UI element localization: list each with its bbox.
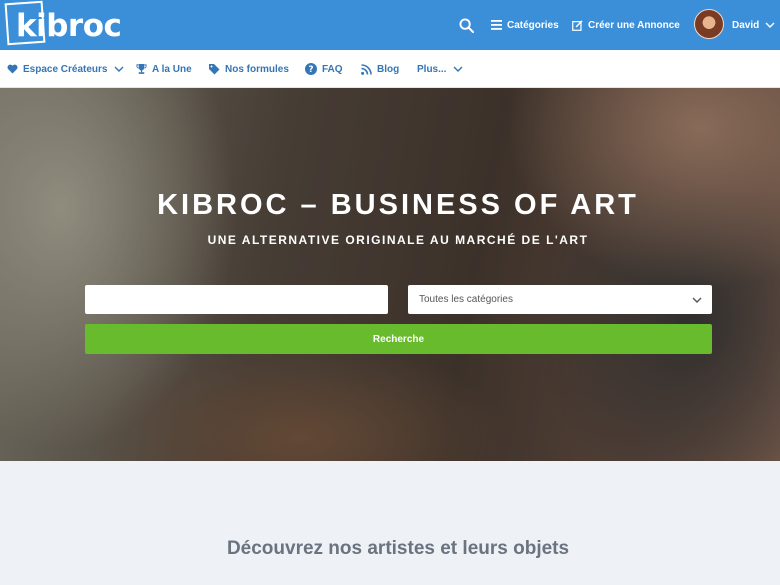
- hero-title: KIBROC – BUSINESS OF ART: [157, 189, 639, 221]
- nav-a-la-une-label: A la Une: [152, 63, 192, 75]
- svg-text:?: ?: [308, 65, 313, 75]
- nav-faq-label: FAQ: [322, 63, 343, 75]
- chevron-down-icon: [114, 66, 129, 72]
- question-icon: ?: [305, 63, 322, 75]
- user-name: David: [732, 19, 760, 31]
- create-listing-link[interactable]: Créer une Annonce: [572, 0, 680, 50]
- tag-icon: [208, 63, 225, 75]
- hero-subtitle: UNE ALTERNATIVE ORIGINALE AU MARCHÉ DE L…: [207, 233, 589, 247]
- nav-a-la-une[interactable]: A la Une: [136, 50, 192, 88]
- search-icon: [459, 17, 474, 33]
- search-submit-button[interactable]: Recherche: [85, 324, 712, 354]
- chevron-down-icon: [692, 295, 702, 306]
- logo-text: kibroc: [16, 8, 122, 44]
- user-menu[interactable]: David: [732, 0, 775, 50]
- search-input[interactable]: [85, 285, 388, 314]
- kibroc-logo[interactable]: kibroc: [4, 0, 142, 48]
- chevron-down-icon: [453, 66, 468, 72]
- search-button[interactable]: [459, 0, 474, 50]
- category-select-value: Toutes les catégories: [419, 294, 513, 305]
- edit-icon: [572, 19, 583, 31]
- create-listing-label: Créer une Annonce: [588, 19, 680, 31]
- user-avatar[interactable]: [694, 9, 724, 39]
- top-navbar: kibroc Catégories Créer une Annonce Davi…: [0, 0, 780, 50]
- nav-faq[interactable]: ? FAQ: [305, 50, 343, 88]
- nav-espace-createurs-label: Espace Créateurs: [23, 63, 108, 75]
- nav-blog[interactable]: Blog: [361, 50, 399, 88]
- secondary-navbar: Espace Créateurs A la Une Nos formules ?…: [0, 50, 780, 88]
- section-title: Découvrez nos artistes et leurs objets: [226, 538, 570, 559]
- chevron-down-icon: [765, 22, 775, 28]
- category-select[interactable]: Toutes les catégories: [408, 285, 712, 314]
- nav-plus[interactable]: Plus...: [417, 50, 468, 88]
- heart-icon: [7, 64, 23, 74]
- menu-icon: [491, 20, 502, 30]
- hero-banner: KIBROC – BUSINESS OF ART UNE ALTERNATIVE…: [0, 88, 780, 461]
- categories-menu[interactable]: Catégories: [491, 0, 559, 50]
- nav-nos-formules-label: Nos formules: [225, 63, 289, 75]
- nav-espace-createurs[interactable]: Espace Créateurs: [7, 50, 129, 88]
- rss-icon: [361, 63, 377, 75]
- hero-overlay: [0, 88, 780, 461]
- nav-plus-label: Plus...: [417, 63, 447, 75]
- trophy-icon: [136, 63, 152, 75]
- nav-blog-label: Blog: [377, 63, 400, 75]
- nav-nos-formules[interactable]: Nos formules: [208, 50, 289, 88]
- categories-label: Catégories: [507, 19, 559, 31]
